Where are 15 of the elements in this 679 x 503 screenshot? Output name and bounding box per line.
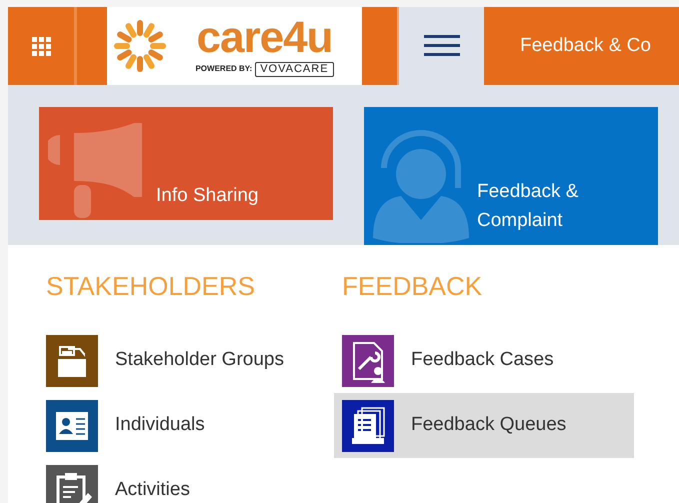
module-tile[interactable]: Feedback & Complaint	[364, 107, 658, 245]
menu-item[interactable]: Activities	[38, 458, 338, 503]
section-heading: FEEDBACK	[342, 271, 484, 302]
menu-icon	[424, 34, 460, 58]
module-tile[interactable]: Info Sharing	[39, 107, 333, 220]
logo[interactable]: care4u POWERED BY: VOVACARE	[107, 7, 362, 85]
app-grid-icon	[32, 36, 50, 56]
support-agent-icon	[373, 128, 469, 243]
logo-maker-name: VOVACARE	[255, 62, 334, 76]
sunburst-logo-icon	[111, 17, 169, 75]
menu-item[interactable]: Feedback Queues	[334, 393, 634, 458]
section-heading: STAKEHOLDERS	[46, 271, 256, 302]
logo-tagline: POWERED BY:	[195, 63, 252, 75]
menu-button[interactable]	[399, 7, 484, 85]
brand-name: care4u	[196, 16, 332, 60]
